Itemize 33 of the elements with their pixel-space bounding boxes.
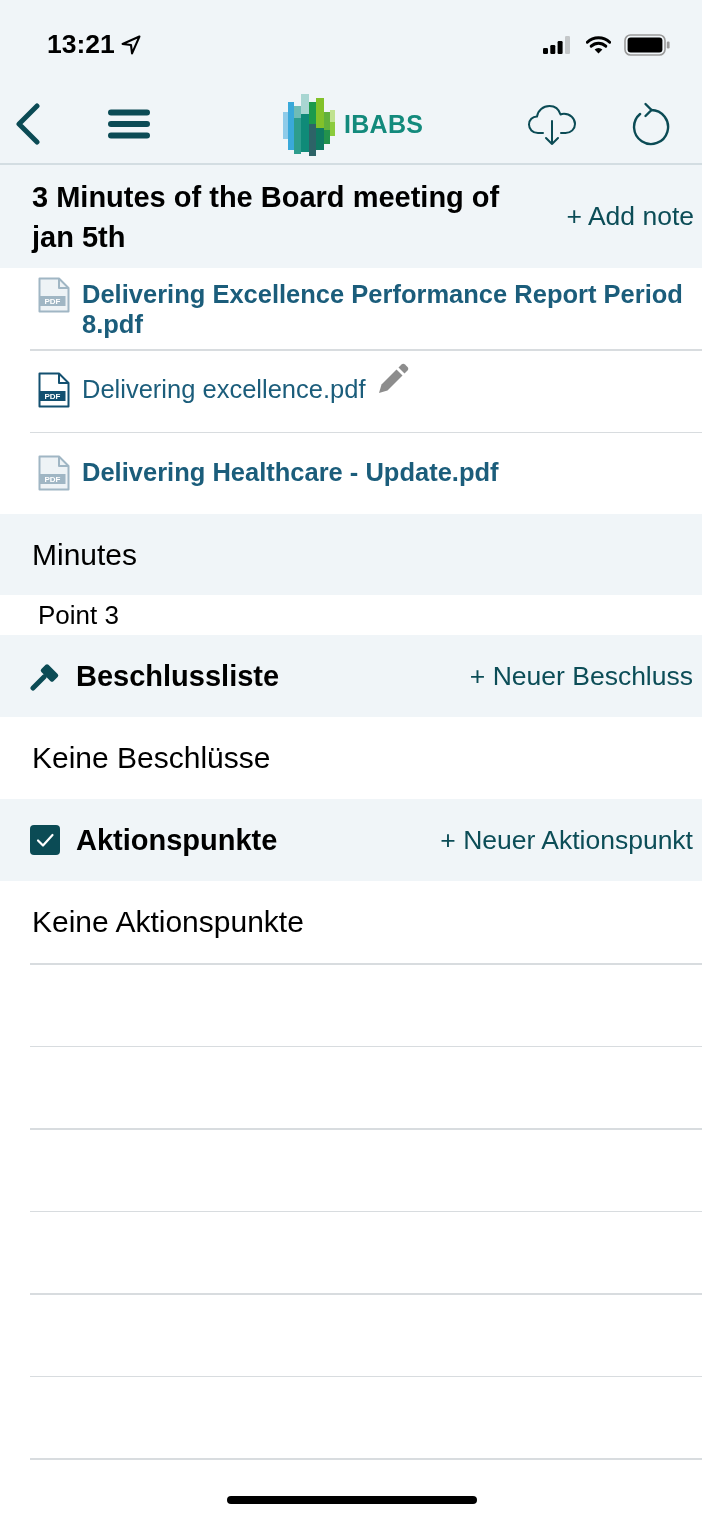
refresh-icon bbox=[631, 101, 671, 147]
wifi-icon bbox=[586, 35, 611, 54]
download-button[interactable] bbox=[527, 102, 577, 146]
section-title: Aktionspunkte bbox=[76, 823, 278, 857]
gavel-icon bbox=[30, 661, 60, 691]
empty-state-text: Keine Beschlüsse bbox=[32, 741, 271, 775]
location-arrow-icon bbox=[120, 34, 141, 55]
section-title: Beschlussliste bbox=[76, 659, 280, 693]
add-item-link[interactable]: + Neuer Aktionspunkt bbox=[440, 824, 693, 856]
status-time: 13:21 bbox=[47, 29, 115, 60]
battery-icon bbox=[624, 33, 670, 56]
menu-button[interactable] bbox=[108, 109, 150, 139]
pdf-file-icon: PDF bbox=[38, 454, 70, 491]
chevron-left-icon bbox=[15, 103, 41, 145]
add-item-link[interactable]: + Neuer Beschluss bbox=[469, 660, 693, 692]
document-link[interactable]: Delivering excellence.pdf bbox=[82, 374, 366, 404]
empty-state-text: Keine Aktionspunkte bbox=[32, 905, 304, 939]
back-button[interactable] bbox=[15, 103, 41, 145]
checkbox-icon bbox=[30, 825, 60, 855]
agenda-item-title: 3 Minutes of the Board meeting of jan 5th bbox=[32, 179, 501, 255]
pdf-file-icon: PDF bbox=[38, 372, 70, 408]
brand-name: IBABS bbox=[344, 109, 424, 139]
minutes-text: Point 3 bbox=[38, 599, 119, 631]
add-note-link[interactable]: + Add note bbox=[566, 201, 694, 232]
pdf-file-icon: PDF bbox=[38, 276, 70, 313]
document-link[interactable]: Delivering Healthcare - Update.pdf bbox=[82, 456, 499, 487]
document-link[interactable]: Delivering Excellence Performance Report Period 8.pdf bbox=[82, 278, 702, 339]
refresh-button[interactable] bbox=[631, 101, 671, 147]
signal-icon bbox=[543, 35, 570, 54]
minutes-heading: Minutes bbox=[32, 537, 138, 572]
cloud-download-icon bbox=[527, 102, 577, 146]
mosaic-logo-icon bbox=[283, 92, 335, 156]
menu-icon bbox=[108, 109, 150, 139]
